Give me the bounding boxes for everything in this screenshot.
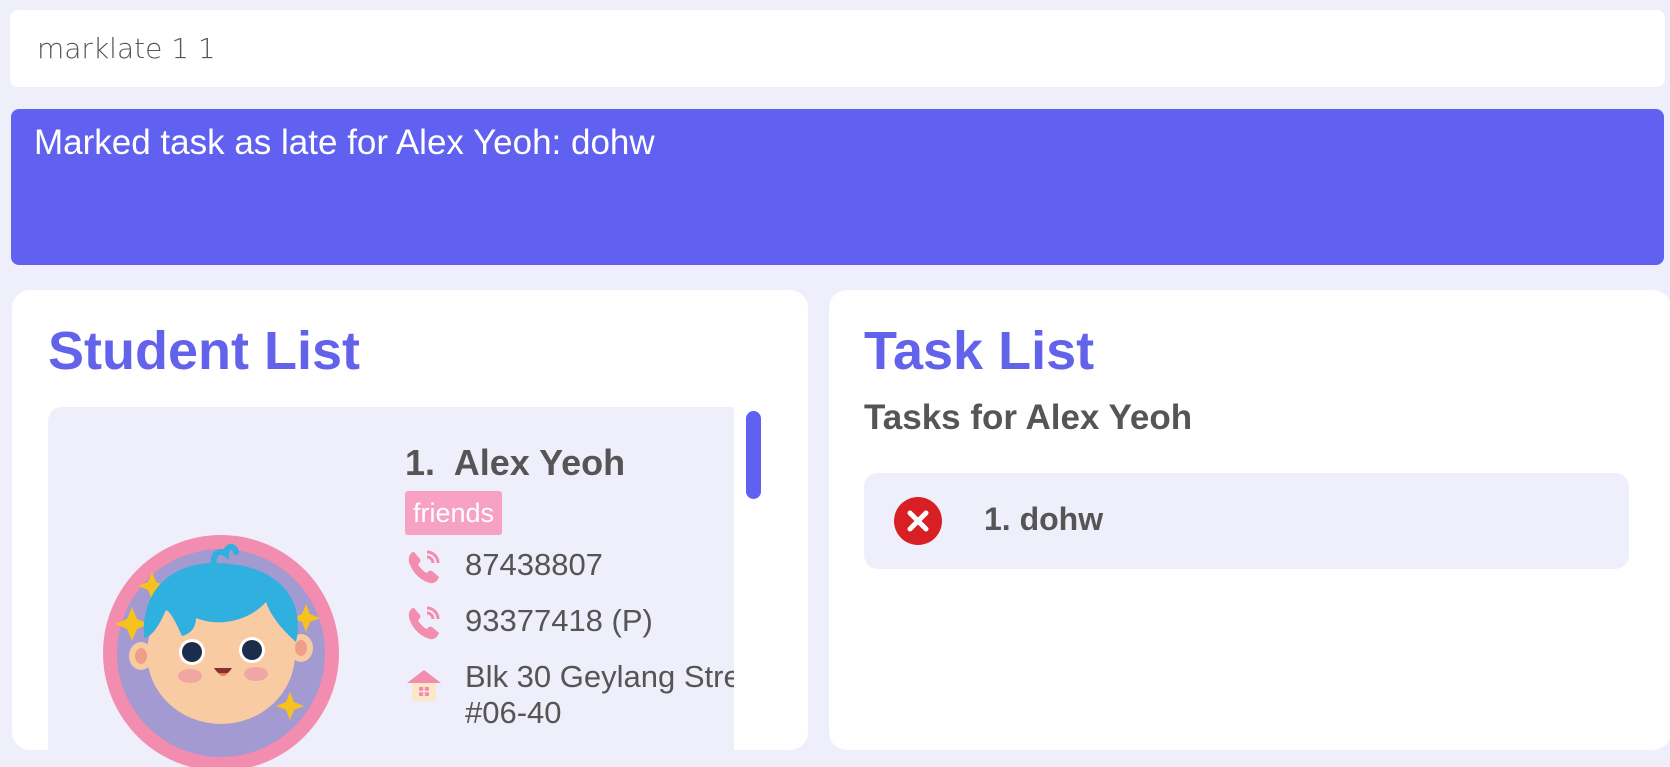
result-display: Marked task as late for Alex Yeoh: dohw — [11, 109, 1664, 265]
task-list-panel: Task List Tasks for Alex Yeoh 1. dohw — [829, 290, 1670, 750]
house-icon — [407, 670, 441, 701]
task-list-subtitle: Tasks for Alex Yeoh — [864, 398, 1193, 437]
student-list-title: Student List — [48, 321, 360, 381]
student-list[interactable]: 1. Alex Yeoh friends 87438807 93377418 (… — [48, 407, 734, 767]
student-name: 1. Alex Yeoh — [405, 442, 626, 483]
student-tag: friends — [405, 491, 503, 535]
student-phone: 87438807 — [465, 547, 603, 582]
task-item[interactable]: 1. dohw — [864, 473, 1629, 569]
student-avatar-icon — [103, 535, 339, 767]
student-list-panel: Student List 1. Alex Yeoh friends 874388… — [12, 290, 808, 767]
student-address-row: Blk 30 Geylang Street 29 #06-40 — [405, 659, 734, 731]
student-address: Blk 30 Geylang Street 29 #06-40 — [465, 659, 734, 731]
student-address-line1: Blk 30 Geylang Street 29 — [465, 659, 734, 694]
student-parent-phone: 93377418 (P) — [465, 603, 653, 638]
student-phone-row: 87438807 — [405, 547, 603, 585]
student-address-line2: #06-40 — [465, 695, 562, 730]
result-message: Marked task as late for Alex Yeoh: dohw — [34, 123, 655, 162]
task-label: 1. dohw — [984, 501, 1104, 537]
red-cross-icon — [894, 497, 942, 545]
phone-icon — [408, 550, 440, 584]
phone-icon — [408, 606, 440, 640]
command-input[interactable] — [35, 31, 1665, 66]
task-list-title: Task List — [864, 321, 1095, 381]
student-list-scrollbar[interactable] — [746, 411, 761, 499]
command-box[interactable] — [10, 10, 1665, 87]
student-parent-phone-row: 93377418 (P) — [405, 603, 653, 641]
